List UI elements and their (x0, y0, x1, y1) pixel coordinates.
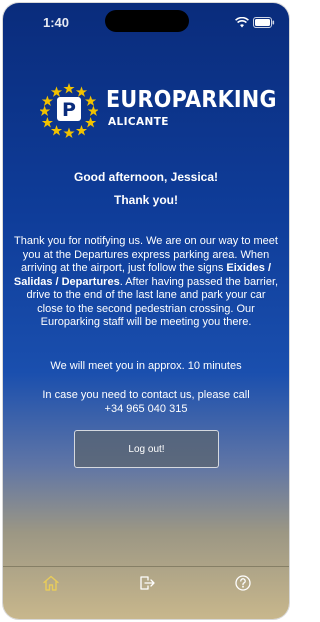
instructions-text: Thank you for notifying us. We are on ou… (13, 235, 279, 330)
contact-text: In case you need to contact us, please c… (13, 388, 279, 416)
status-time: 1:40 (43, 15, 70, 30)
brand-location: ALICANTE (108, 116, 169, 128)
app-screen: 1:40 P EUROPARKING ALICANTE Good afterno… (3, 3, 289, 619)
tab-bar (3, 566, 289, 619)
contact-prompt: In case you need to contact us, please c… (42, 389, 250, 401)
star-circle-logo-icon: P (40, 83, 98, 138)
wifi-icon (235, 15, 249, 33)
battery-icon (253, 15, 275, 33)
logout-button[interactable]: Log out! (74, 430, 219, 468)
europarking-logo: P EUROPARKING ALICANTE (40, 80, 276, 140)
status-icons (235, 15, 275, 33)
tab-help[interactable] (231, 573, 255, 597)
eta-text: We will meet you in approx. 10 minutes (50, 360, 242, 372)
thanks-text: Thank you! (113, 193, 178, 207)
contact-phone[interactable]: +34 965 040 315 (13, 402, 279, 416)
exit-icon (138, 574, 156, 597)
logo-letter: P (62, 99, 76, 121)
dynamic-island (105, 10, 189, 32)
status-bar: 1:40 (3, 3, 289, 37)
tab-home[interactable] (39, 573, 63, 597)
home-icon (42, 574, 60, 597)
tab-exit[interactable] (135, 573, 159, 597)
help-icon (234, 574, 252, 597)
greeting-text: Good afternoon, Jessica! (73, 170, 219, 184)
brand-name: EUROPARKING (106, 87, 277, 113)
